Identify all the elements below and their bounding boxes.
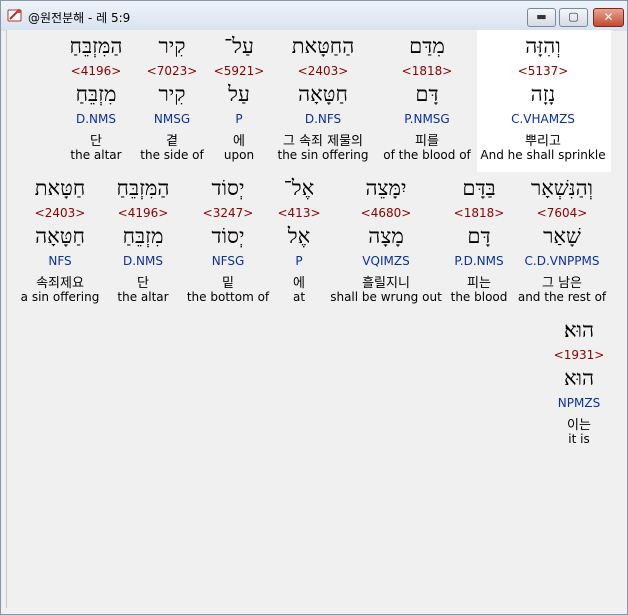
close-button[interactable]: ✕ — [593, 8, 624, 27]
strong-number[interactable]: <1818> — [454, 206, 505, 220]
english-gloss: the altar — [70, 148, 122, 162]
parsing-code: P.D.NMS — [454, 254, 504, 268]
korean-gloss: 피는 — [467, 276, 491, 291]
english-gloss: a sin offering — [20, 290, 100, 304]
korean-gloss: 이는 — [567, 418, 591, 433]
parsing-code: VQIMZS — [362, 254, 410, 268]
hebrew-lemma: חַטָּאָה — [298, 82, 348, 106]
strong-number[interactable]: <4196> — [71, 64, 122, 78]
korean-gloss: 그 속죄 제물의 — [282, 134, 364, 149]
hebrew-surface: בַּדָּם — [462, 176, 496, 200]
close-icon: ✕ — [603, 10, 614, 24]
english-gloss: it is — [568, 432, 590, 446]
hebrew-surface: וְהִזָּה — [525, 34, 561, 58]
hebrew-lemma: אֶל — [287, 224, 311, 248]
hebrew-lemma: נָזָה — [530, 82, 556, 106]
parsing-code: C.VHAMZS — [511, 112, 575, 126]
hebrew-lemma: קִיר — [158, 82, 186, 106]
hebrew-surface: הַמִּזְבֵּחַ — [116, 176, 170, 200]
title-bar[interactable]: @원전분해 - 레 5:9 ▬ ▢ ✕ — [1, 1, 627, 31]
english-gloss: at — [292, 290, 306, 304]
hebrew-lemma: שָׁאַר — [543, 224, 581, 248]
hebrew-lemma: חַטָּאָה — [35, 224, 85, 248]
window-title: @원전분해 - 레 5:9 — [28, 11, 131, 25]
strong-number[interactable]: <1931> — [554, 348, 605, 362]
korean-gloss: 에 — [233, 134, 245, 149]
hebrew-surface: קִיר — [158, 34, 186, 58]
hebrew-lemma: עַל — [228, 82, 250, 106]
minimize-icon: ▬ — [536, 10, 547, 23]
english-gloss: of the blood of — [383, 148, 471, 162]
korean-gloss: 뿌리고 — [525, 134, 561, 149]
korean-gloss: 그 남은 — [541, 276, 583, 291]
hebrew-lemma: מִזְבֵּחַ — [122, 224, 164, 248]
hebrew-surface: יְסוֹד — [211, 176, 245, 200]
parsing-code: NFS — [48, 254, 72, 268]
korean-gloss: 밑 — [222, 276, 234, 291]
english-gloss: the side of — [140, 148, 204, 162]
strong-number[interactable]: <7023> — [147, 64, 198, 78]
strong-number[interactable]: <4680> — [361, 206, 412, 220]
strong-number[interactable]: <2403> — [298, 64, 349, 78]
parsing-code: D.NFS — [304, 112, 342, 126]
parsing-code: P.NMSG — [404, 112, 450, 126]
strong-number[interactable]: <3247> — [203, 206, 254, 220]
english-gloss: upon — [223, 148, 255, 162]
hebrew-surface: הַמִּזְבֵּחַ — [69, 34, 123, 58]
korean-gloss: 피를 — [415, 134, 439, 149]
hebrew-surface: וְהַנִּשְׁאָר — [530, 176, 594, 200]
minimize-button[interactable]: ▬ — [527, 8, 556, 27]
hebrew-lemma: יְסוֹד — [211, 224, 245, 248]
parsing-code: NFSG — [211, 254, 245, 268]
english-gloss: the bottom of — [186, 290, 270, 304]
strong-number[interactable]: <2403> — [35, 206, 86, 220]
hebrew-surface: חַטָּאת — [34, 176, 86, 200]
hebrew-lemma: דָּם — [467, 224, 491, 248]
english-gloss: the blood — [450, 290, 508, 304]
parsing-code: D.NMS — [122, 254, 164, 268]
hebrew-lemma: דָּם — [415, 82, 439, 106]
strong-number[interactable]: <413> — [277, 206, 320, 220]
korean-gloss: 흘릴지니 — [362, 276, 410, 291]
korean-gloss: 단 — [90, 134, 102, 149]
strong-number[interactable]: <5921> — [214, 64, 265, 78]
parsing-code: C.D.VNPPMS — [524, 254, 600, 268]
strong-number[interactable]: <5137> — [518, 64, 569, 78]
hebrew-lemma: הוּא — [563, 366, 595, 390]
parsing-code: P — [295, 254, 303, 268]
hebrew-surface: הַחַטָּאת — [291, 34, 355, 58]
english-gloss: shall be wrung out — [330, 290, 442, 304]
korean-gloss: 속죄제요 — [36, 276, 84, 291]
hebrew-surface: אֶל־ — [283, 176, 315, 200]
hebrew-surface: מִדַּם — [409, 34, 445, 58]
hebrew-lemma: מָצָה — [368, 224, 404, 248]
korean-gloss: 곁 — [166, 134, 178, 149]
strong-number[interactable]: <7604> — [537, 206, 588, 220]
english-gloss: the altar — [117, 290, 169, 304]
maximize-button[interactable]: ▢ — [559, 8, 588, 27]
strong-number[interactable]: <4196> — [118, 206, 169, 220]
maximize-icon: ▢ — [568, 10, 579, 23]
parsing-code: NMSG — [153, 112, 191, 126]
english-gloss: the sin offering — [277, 148, 369, 162]
english-gloss: And he shall sprinkle — [480, 148, 606, 162]
parsing-code: D.NMS — [75, 112, 117, 126]
english-gloss: and the rest of — [517, 290, 607, 304]
parsing-code: P — [235, 112, 243, 126]
bible-app-icon — [7, 9, 22, 22]
hebrew-surface: עַל־ — [224, 34, 254, 58]
parsing-code: NPMZS — [557, 396, 601, 410]
hebrew-lemma: מִזְבֵּחַ — [75, 82, 117, 106]
hebrew-surface: יִמָּצֵה — [365, 176, 407, 200]
korean-gloss: 단 — [137, 276, 149, 291]
strong-number[interactable]: <1818> — [402, 64, 453, 78]
korean-gloss: 에 — [293, 276, 305, 291]
hebrew-surface: הוּא׃ — [563, 318, 595, 342]
